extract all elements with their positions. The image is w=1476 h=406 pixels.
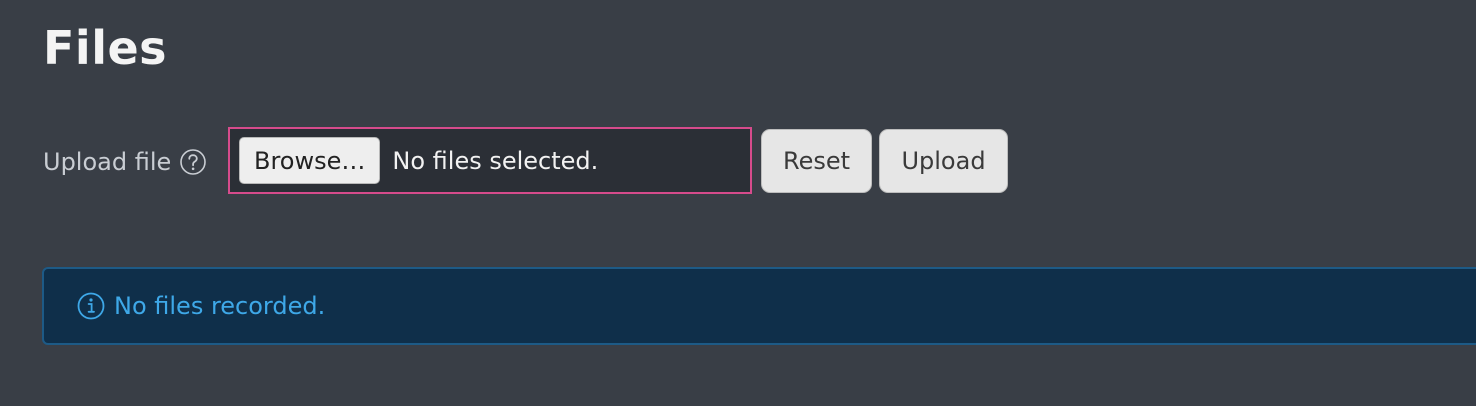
info-alert: No files recorded. [42,267,1476,345]
file-selection-status: No files selected. [392,146,599,175]
reset-button[interactable]: Reset [761,129,872,193]
file-input[interactable]: Browse… No files selected. [228,127,752,194]
browse-button[interactable]: Browse… [239,137,381,184]
question-circle-icon[interactable] [179,148,207,176]
alert-message: No files recorded. [114,292,326,320]
upload-button[interactable]: Upload [879,129,1008,193]
upload-file-label-row: Upload file [43,146,207,178]
upload-file-label: Upload file [43,148,172,176]
info-circle-icon [76,291,106,321]
page-title: Files [43,21,168,75]
